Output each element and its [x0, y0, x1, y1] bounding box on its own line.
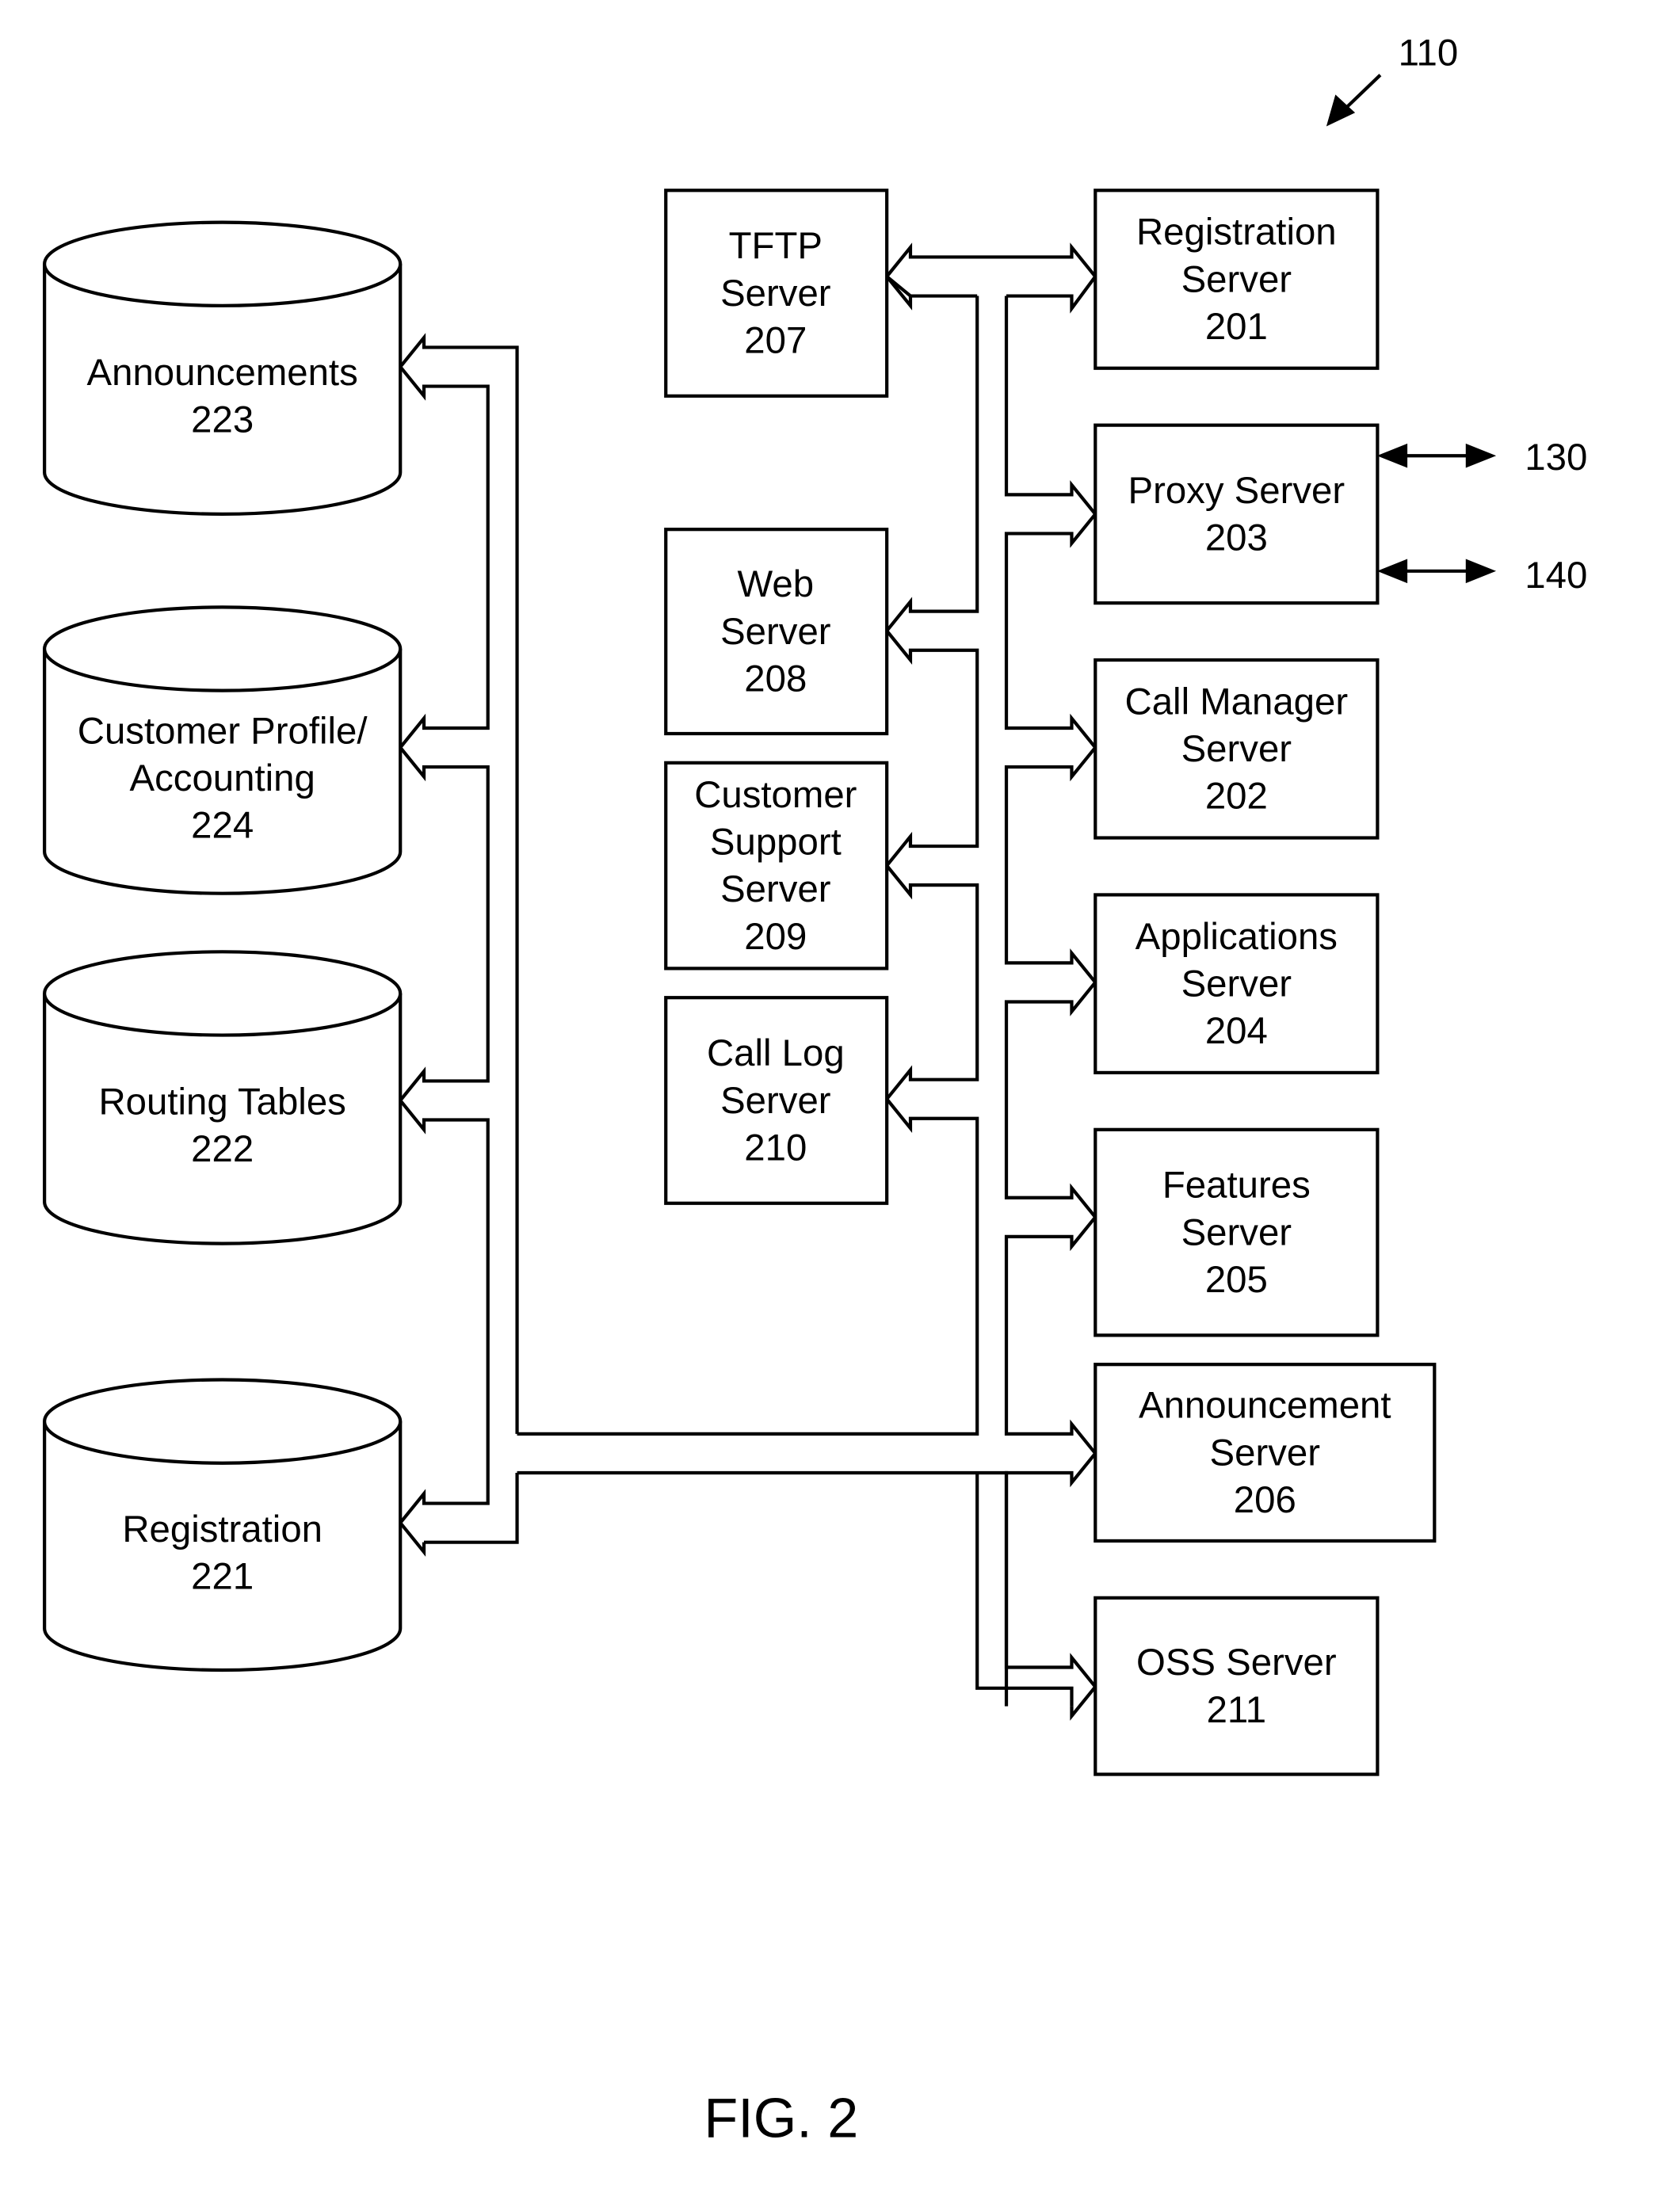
announcement-server-box[interactable]: Announcement Server 206	[1094, 1363, 1437, 1543]
oss-server-rect	[1094, 1596, 1380, 1776]
applications-server-text-line: Applications	[1136, 916, 1338, 958]
customer-profile-database[interactable]: Customer Profile/Accounting 224	[43, 605, 403, 895]
customer-profile-text-line: Customer Profile/	[78, 710, 368, 752]
web-server-box[interactable]: Web Server 208	[664, 528, 889, 736]
web-server-text-line: Server	[720, 611, 830, 653]
web-server-text-line: Web	[738, 563, 815, 605]
announcements-database[interactable]: Announcements 223	[43, 220, 403, 516]
oss-bus-outer	[975, 1472, 1074, 1707]
registration-db-text-line: Registration	[122, 1508, 323, 1550]
announcements-text-line: Announcements	[87, 352, 358, 394]
tftp-server-text-line: Server	[720, 273, 830, 315]
features-server-text-line: Features	[1162, 1165, 1311, 1207]
applications-server-box[interactable]: Applications Server 204	[1094, 893, 1380, 1075]
call-log-server-box[interactable]: Call Log Server 210	[664, 996, 889, 1205]
applications-server-text-line: Server	[1181, 963, 1292, 1005]
tftp-server-text-line: 207	[744, 319, 807, 361]
proxy-server-text-line: Proxy Server	[1128, 470, 1345, 512]
registration-db-database[interactable]: Registration 221	[43, 1378, 403, 1672]
right-bus-inner-line	[1004, 296, 1097, 1721]
routing-tables-database[interactable]: Routing Tables 222	[43, 950, 403, 1245]
network-architecture-diagram: TFTPServer207WebServer208CustomerSupport…	[43, 32, 1587, 2149]
routing-tables-text-line: Routing Tables	[98, 1081, 345, 1123]
external-link-arrow-140	[1376, 559, 1497, 584]
tftp-registration-arrow-top	[884, 242, 1097, 314]
announcement-server-text-line: Announcement	[1139, 1385, 1391, 1427]
reference-arrow-110	[1326, 74, 1382, 127]
figure-caption: FIG. 2	[704, 2086, 858, 2149]
registration-server-text-line: 201	[1205, 306, 1268, 348]
web-server-text-line: 208	[744, 658, 807, 700]
customer-support-server-text-line: 209	[744, 916, 807, 958]
proxy-server-box[interactable]: Proxy Server 203	[1094, 423, 1380, 605]
external-link-arrow-130	[1376, 443, 1497, 468]
tftp-server-text-line: TFTP	[729, 225, 823, 267]
tftp-server-box[interactable]: TFTP Server207	[664, 189, 889, 398]
call-manager-server-text-line: 202	[1205, 776, 1268, 818]
customer-support-server-box[interactable]: Customer SupportServer 209	[664, 761, 889, 971]
nodes: TFTPServer207WebServer208CustomerSupport…	[43, 74, 1497, 1776]
call-log-server-text-line: Call Log	[707, 1032, 845, 1074]
features-server-text-line: 205	[1205, 1259, 1268, 1301]
routing-tables-text-line: 222	[191, 1128, 254, 1170]
customer-support-server-text-line: Customer	[694, 774, 857, 816]
routing-tables-cylinder-top	[43, 950, 403, 1037]
registration-server-box[interactable]: RegistrationServer 201	[1094, 189, 1380, 370]
applications-server-text-line: 204	[1205, 1010, 1268, 1052]
customer-profile-text-line: 224	[191, 805, 254, 847]
announcement-server-text-line: 206	[1234, 1479, 1296, 1521]
left-bus-line	[398, 333, 519, 1557]
features-server-text-line: Server	[1181, 1211, 1292, 1253]
registration-server-text-line: Server	[1181, 258, 1292, 300]
call-manager-server-text-line: Server	[1181, 728, 1292, 770]
oss-server-text-line: 211	[1207, 1689, 1266, 1731]
features-server-box[interactable]: FeaturesServer 205	[1094, 1127, 1380, 1337]
oss-server-box[interactable]: OSS Server 211	[1094, 1596, 1380, 1776]
call-log-server-text-line: 210	[744, 1127, 807, 1169]
customer-support-server-text-line: Support	[710, 822, 842, 864]
registration-db-cylinder-top	[43, 1378, 403, 1465]
call-log-server-text-line: Server	[720, 1080, 830, 1122]
external-link-label-140: 140	[1525, 555, 1587, 597]
customer-support-server-text-line: Server	[720, 868, 830, 910]
customer-profile-text-line: Accounting	[130, 757, 315, 799]
customer-profile-cylinder-top	[43, 605, 403, 692]
left-bus-bottom	[424, 1472, 519, 1544]
external-link-label-130: 130	[1525, 437, 1587, 479]
call-manager-server-text-line: Call Manager	[1125, 681, 1349, 723]
bus-lines	[398, 242, 1097, 1721]
oss-bus-inner	[517, 1470, 1009, 1707]
call-manager-server-box[interactable]: Call Manager Server 202	[1094, 658, 1380, 840]
oss-server-text-line: OSS Server	[1136, 1642, 1337, 1684]
announcements-cylinder-top	[43, 220, 403, 307]
proxy-server-rect	[1094, 423, 1380, 605]
reference-label-110: 110	[1399, 32, 1458, 74]
registration-db-text-line: 221	[191, 1555, 254, 1597]
proxy-server-text-line: 203	[1205, 517, 1268, 559]
announcement-server-text-line: Server	[1210, 1432, 1320, 1474]
registration-server-text-line: Registration	[1136, 212, 1337, 254]
announcements-text-line: 223	[191, 399, 254, 440]
